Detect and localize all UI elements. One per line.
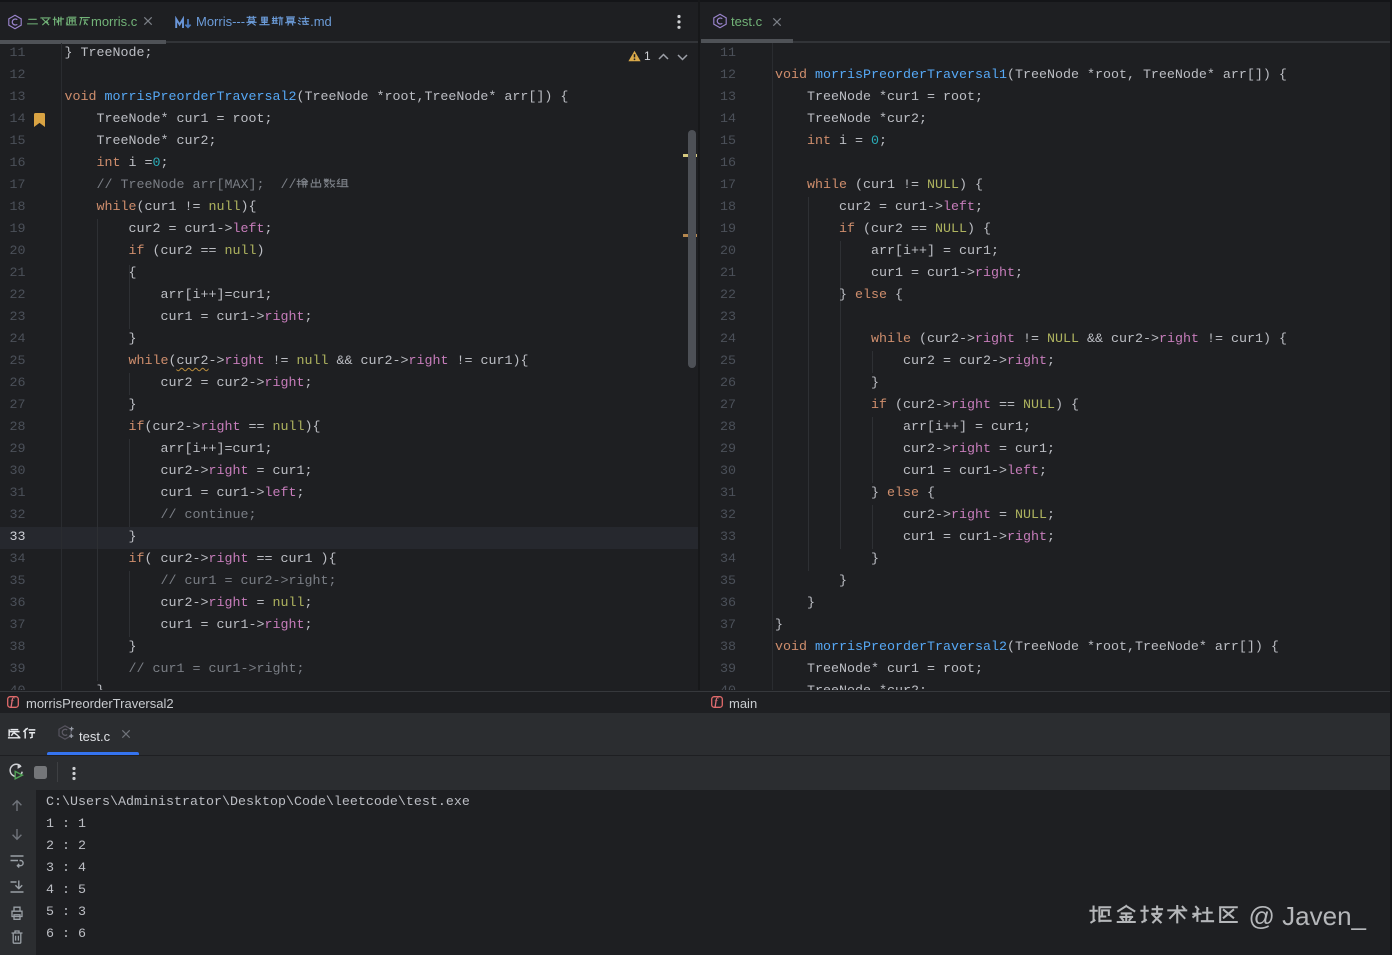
svg-text:f: f	[10, 697, 15, 708]
svg-text:f: f	[714, 697, 719, 708]
